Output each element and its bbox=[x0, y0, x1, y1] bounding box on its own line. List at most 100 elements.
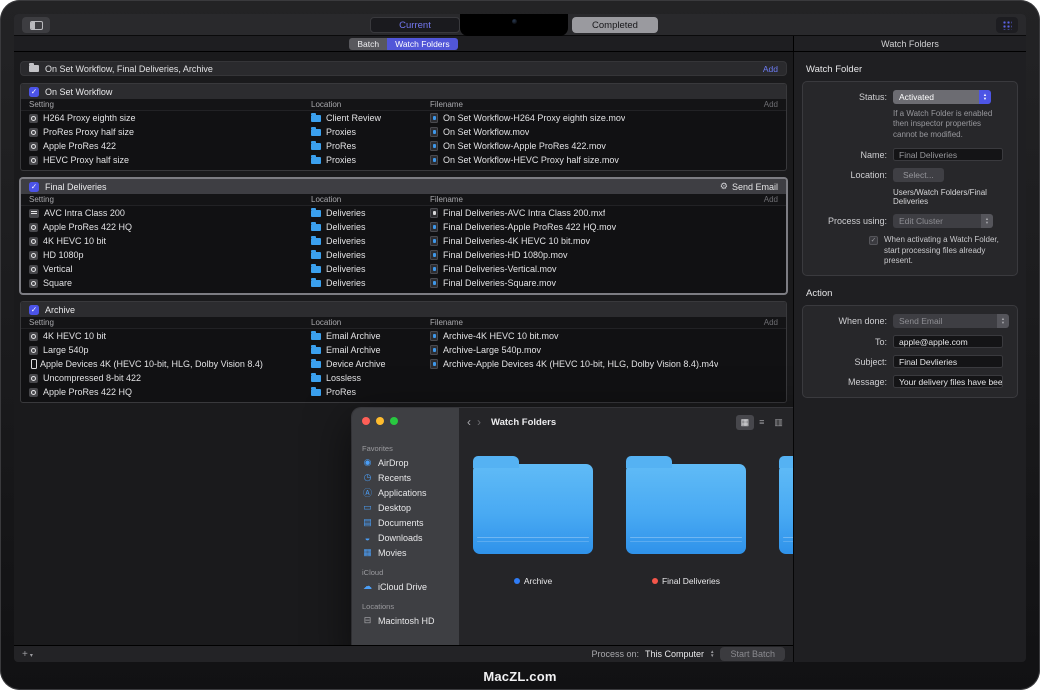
filename-label: On Set Workflow-HEVC Proxy half size.mov bbox=[443, 155, 619, 165]
file-icon bbox=[430, 331, 438, 341]
tab-current[interactable]: Current bbox=[370, 17, 460, 33]
stepper-icon[interactable]: ▲▼ bbox=[710, 650, 714, 658]
close-button[interactable] bbox=[362, 417, 370, 425]
sidebar-item-movies[interactable]: ▦Movies bbox=[352, 545, 459, 560]
to-field[interactable]: apple@apple.com bbox=[893, 335, 1003, 348]
sidebar-item-macintosh-hd[interactable]: ⊟Macintosh HD bbox=[352, 613, 459, 628]
section-title: On Set Workflow bbox=[45, 87, 112, 97]
to-label: To: bbox=[803, 337, 887, 347]
table-row[interactable]: HEVC Proxy half sizeProxiesOn Set Workfl… bbox=[21, 153, 786, 167]
location-label: Client Review bbox=[326, 113, 381, 123]
table-row[interactable]: Apple Devices 4K (HEVC 10-bit, HLG, Dolb… bbox=[21, 357, 786, 371]
sidebar-item-airdrop[interactable]: ◉AirDrop bbox=[352, 455, 459, 470]
section-header[interactable]: Archive bbox=[21, 302, 786, 317]
file-icon bbox=[430, 250, 438, 260]
table-body: 4K HEVC 10 bitEmail ArchiveArchive-4K HE… bbox=[21, 329, 786, 402]
select-location-button[interactable]: Select... bbox=[893, 168, 944, 182]
sidebar-item-desktop[interactable]: ▭Desktop bbox=[352, 500, 459, 515]
active-tasks-button[interactable] bbox=[996, 17, 1018, 33]
checkbox-checked[interactable] bbox=[29, 305, 39, 315]
location-label: Email Archive bbox=[326, 345, 381, 355]
message-label: Message: bbox=[803, 377, 887, 387]
sidebar-item-downloads[interactable]: ◒Downloads bbox=[352, 530, 459, 545]
process-using-dropdown[interactable]: Edit Cluster ▲▼ bbox=[893, 214, 993, 228]
col-location: Location bbox=[311, 100, 430, 109]
name-field[interactable]: Final Deliveries bbox=[893, 148, 1003, 161]
table-row[interactable]: AVC Intra Class 200DeliveriesFinal Deliv… bbox=[21, 206, 786, 220]
setting-cell: Apple ProRes 422 HQ bbox=[29, 387, 311, 397]
setting-label: 4K HEVC 10 bit bbox=[43, 236, 106, 246]
when-done-dropdown[interactable]: Send Email ▲▼ bbox=[893, 314, 1009, 328]
start-batch-button[interactable]: Start Batch bbox=[720, 647, 785, 661]
main-area: On Set Workflow, Final Deliveries, Archi… bbox=[14, 52, 1026, 662]
sidebar-icon bbox=[30, 21, 43, 30]
icon-view-icon[interactable] bbox=[736, 415, 755, 430]
location-cell: Lossless bbox=[311, 373, 430, 383]
forward-icon[interactable]: › bbox=[477, 415, 481, 429]
table-row[interactable]: 4K HEVC 10 bitDeliveriesFinal Deliveries… bbox=[21, 234, 786, 248]
col-add[interactable]: Add bbox=[764, 100, 778, 109]
folder-icon bbox=[311, 333, 321, 340]
table-row[interactable]: H264 Proxy eighth sizeClient ReviewOn Se… bbox=[21, 111, 786, 125]
subject-field[interactable]: Final Devlieries bbox=[893, 355, 1003, 368]
checkbox-checked[interactable] bbox=[29, 87, 39, 97]
tab-watch-folders[interactable]: Watch Folders bbox=[387, 38, 457, 50]
table-row[interactable]: HD 1080pDeliveriesFinal Deliveries-HD 10… bbox=[21, 248, 786, 262]
sidebar-item-documents[interactable]: ▤Documents bbox=[352, 515, 459, 530]
column-view-icon[interactable] bbox=[769, 415, 788, 430]
table-row[interactable]: Apple ProRes 422ProResOn Set Workflow-Ap… bbox=[21, 139, 786, 153]
tab-batch[interactable]: Batch bbox=[349, 38, 387, 50]
sidebar-item-label: Downloads bbox=[378, 533, 423, 543]
process-controls: Process on: This Computer ▲▼ Start Batch bbox=[591, 647, 785, 661]
folder-icon bbox=[311, 115, 321, 122]
sidebar-toggle-button[interactable] bbox=[22, 17, 50, 33]
finder-sidebar-list: Favorites◉AirDrop◷RecentsⒶApplications▭D… bbox=[352, 444, 459, 628]
sidebar-item-applications[interactable]: ⒶApplications bbox=[352, 485, 459, 500]
checkbox-checked[interactable] bbox=[29, 182, 39, 192]
minimize-button[interactable] bbox=[376, 417, 384, 425]
table-row[interactable]: ProRes Proxy half sizeProxiesOn Set Work… bbox=[21, 125, 786, 139]
section-archive: Archive Setting Location Filename Add 4K… bbox=[20, 301, 787, 403]
table-row[interactable]: Apple ProRes 422 HQDeliveriesFinal Deliv… bbox=[21, 220, 786, 234]
folder-item[interactable]: On Set Workflow bbox=[779, 450, 793, 586]
view-switcher bbox=[736, 415, 793, 430]
camera-dot bbox=[512, 19, 517, 24]
table-row[interactable]: 4K HEVC 10 bitEmail ArchiveArchive-4K HE… bbox=[21, 329, 786, 343]
message-field[interactable]: Your delivery files have been created bbox=[893, 375, 1003, 388]
when-done-value: Send Email bbox=[893, 314, 997, 328]
sidebar-item-recents[interactable]: ◷Recents bbox=[352, 470, 459, 485]
table-row[interactable]: VerticalDeliveriesFinal Deliveries-Verti… bbox=[21, 262, 786, 276]
chevron-down-icon: ▾ bbox=[30, 652, 33, 659]
folder-item[interactable]: Archive bbox=[473, 450, 593, 586]
table-row[interactable]: Uncompressed 8-bit 422Lossless bbox=[21, 371, 786, 385]
back-icon[interactable]: ‹ bbox=[467, 415, 471, 429]
watch-folder-group-header[interactable]: On Set Workflow, Final Deliveries, Archi… bbox=[20, 61, 787, 76]
location-cell: ProRes bbox=[311, 141, 430, 151]
folder-icon bbox=[311, 210, 321, 217]
add-link[interactable]: Add bbox=[763, 64, 778, 74]
status-dropdown[interactable]: Activated ▲▼ bbox=[893, 90, 991, 104]
section-header[interactable]: On Set Workflow bbox=[21, 84, 786, 99]
col-add[interactable]: Add bbox=[764, 195, 778, 204]
screen: Current Completed Batch Watch Folders Wa… bbox=[14, 14, 1026, 662]
table-row[interactable]: Large 540pEmail ArchiveArchive-Large 540… bbox=[21, 343, 786, 357]
table-row[interactable]: Apple ProRes 422 HQProRes bbox=[21, 385, 786, 399]
col-add[interactable]: Add bbox=[764, 318, 778, 327]
sidebar-item-icloud-drive[interactable]: ☁iCloud Drive bbox=[352, 579, 459, 594]
list-view-icon[interactable] bbox=[754, 415, 769, 429]
filename-cell: Final Deliveries-HD 1080p.mov bbox=[430, 250, 786, 260]
filename-label: On Set Workflow-Apple ProRes 422.mov bbox=[443, 141, 606, 151]
gear-icon: ⚙ bbox=[720, 181, 728, 192]
activate-checkbox[interactable] bbox=[869, 236, 878, 245]
gallery-view-icon[interactable] bbox=[788, 415, 793, 430]
tab-completed[interactable]: Completed bbox=[572, 17, 658, 33]
filename-label: Archive-Apple Devices 4K (HEVC 10-bit, H… bbox=[443, 359, 718, 369]
zoom-button[interactable] bbox=[390, 417, 398, 425]
section-header[interactable]: Final Deliveries ⚙ Send Email bbox=[21, 179, 786, 194]
finder-window[interactable]: Favorites◉AirDrop◷RecentsⒶApplications▭D… bbox=[352, 408, 793, 645]
process-on-value[interactable]: This Computer bbox=[645, 649, 704, 659]
table-row[interactable]: SquareDeliveriesFinal Deliveries-Square.… bbox=[21, 276, 786, 290]
setting-icon bbox=[31, 359, 37, 369]
folder-item[interactable]: Final Deliveries bbox=[626, 450, 746, 586]
add-batch-button[interactable]: + ▾ bbox=[22, 649, 33, 660]
